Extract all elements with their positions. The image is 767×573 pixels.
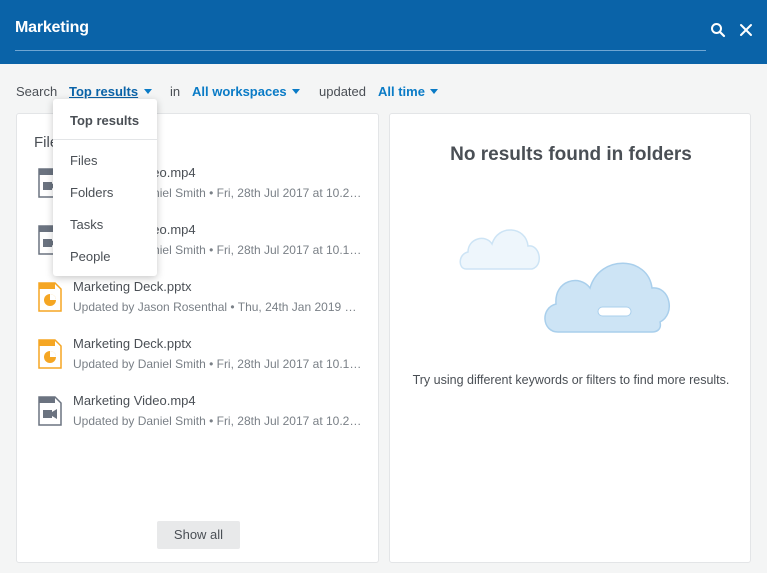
search-header: Marketing [0,0,767,64]
file-name: Marketing Deck.pptx [73,279,192,294]
in-label: in [170,84,181,99]
dropdown-option-label: People [70,249,111,264]
dropdown-option-label: Files [70,153,98,168]
dropdown-option-top-results[interactable]: Top results [53,99,157,139]
empty-state-title: No results found in folders [450,144,692,165]
list-item[interactable]: Marketing Deck.pptx Updated by Daniel Sm… [17,335,380,379]
search-filter-label: Search [16,84,58,99]
dropdown-option-people[interactable]: People [53,241,157,273]
dropdown-option-files[interactable]: Files [53,145,157,177]
empty-state-hint: Try using different keywords or filters … [412,373,730,387]
file-name: Marketing Deck.pptx [73,336,192,351]
search-icon[interactable] [710,22,726,38]
folders-panel: No results found in folders Try using di… [389,113,751,563]
dropdown-divider [53,139,157,140]
file-name: Marketing Video.mp4 [73,393,196,408]
dropdown-option-label: Folders [70,185,114,200]
chevron-down-icon[interactable] [144,89,152,94]
chevron-down-icon[interactable] [430,89,438,94]
show-all-button[interactable]: Show all [157,521,240,549]
chevron-down-icon[interactable] [292,89,300,94]
dropdown-option-folders[interactable]: Folders [53,177,157,209]
dropdown-option-tasks[interactable]: Tasks [53,209,157,241]
search-underline [15,50,706,51]
file-meta: Updated by Daniel Smith • Fri, 28th Jul … [73,357,362,371]
video-file-icon [38,396,62,426]
presentation-file-icon [38,282,62,312]
updated-label: updated [319,84,366,99]
workspace-filter[interactable]: All workspaces [192,84,287,99]
result-type-dropdown: Top results Files Folders Tasks People [53,99,157,276]
cloud-illustration-icon [459,229,670,333]
presentation-file-icon [38,339,62,369]
close-icon[interactable] [738,22,754,38]
time-filter[interactable]: All time [378,84,425,99]
result-type-filter[interactable]: Top results [69,84,138,99]
dropdown-selected-label: Top results [70,113,140,128]
dropdown-option-label: Tasks [70,217,104,232]
list-item[interactable]: Marketing Deck.pptx Updated by Jason Ros… [17,278,380,322]
list-item[interactable]: Marketing Video.mp4 Updated by Daniel Sm… [17,392,380,436]
file-meta: Updated by Jason Rosenthal • Thu, 24th J… [73,300,357,314]
file-meta: Updated by Daniel Smith • Fri, 28th Jul … [73,414,362,428]
search-input[interactable]: Marketing [15,19,89,37]
